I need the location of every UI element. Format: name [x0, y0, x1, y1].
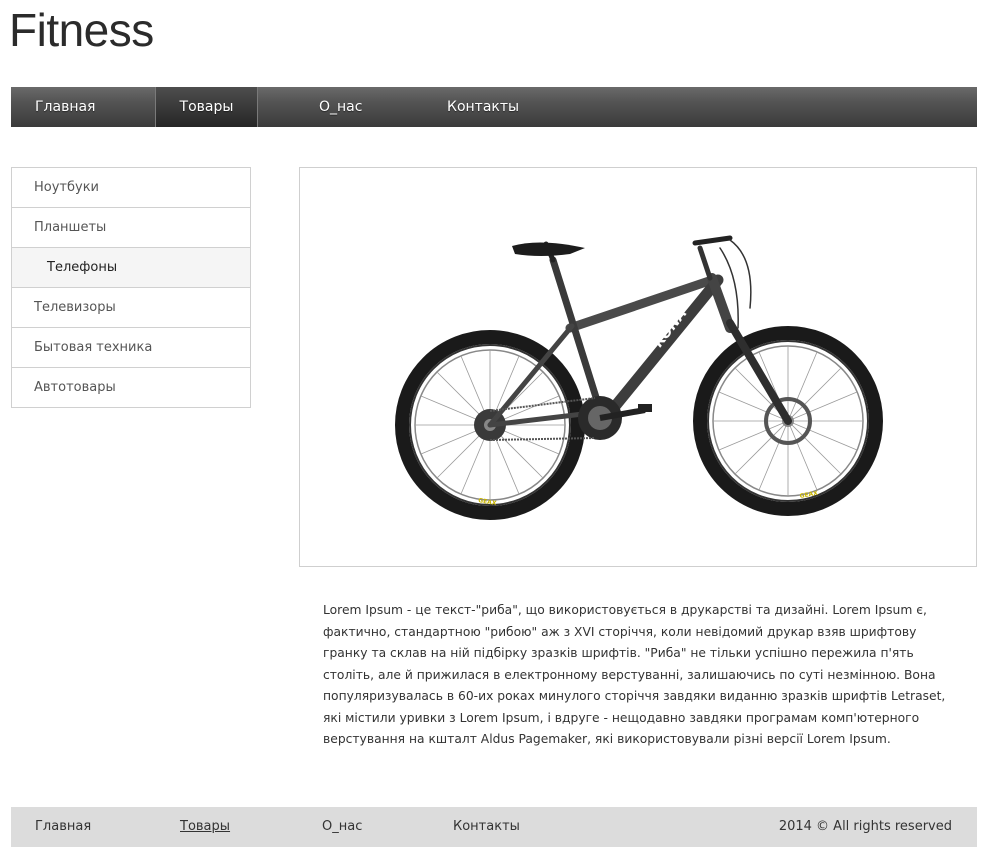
product-image-frame: KONA GEAX GEAX — [299, 167, 977, 567]
nav-item-about[interactable]: О_нас — [319, 87, 362, 127]
product-description: Lorem Ipsum - це текст-"риба", що викори… — [323, 603, 946, 746]
copyright-text: 2014 © All rights reserved — [778, 819, 952, 834]
sidebar-item-phones[interactable]: Телефоны — [12, 248, 250, 288]
nav-item-products[interactable]: Товары — [155, 87, 258, 127]
footer-link-contacts[interactable]: Контакты — [453, 807, 520, 847]
sidebar-item-tvs[interactable]: Телевизоры — [12, 288, 250, 328]
footer-link-about[interactable]: О_нас — [322, 807, 362, 847]
top-navigation: Главная Товары О_нас Контакты — [11, 87, 977, 127]
sidebar-item-tablets[interactable]: Планшеты — [12, 208, 250, 248]
site-logo[interactable]: Fitness — [9, 2, 154, 58]
bicycle-frame — [487, 235, 792, 428]
nav-item-home[interactable]: Главная — [11, 87, 155, 127]
crankset — [578, 396, 652, 440]
footer: Главная Товары О_нас Контакты 2014 © All… — [11, 807, 977, 847]
footer-link-home[interactable]: Главная — [35, 807, 91, 847]
sidebar-item-auto[interactable]: Автотовары — [12, 368, 250, 407]
nav-item-contacts[interactable]: Контакты — [447, 87, 519, 127]
sidebar-item-laptops[interactable]: Ноутбуки — [12, 168, 250, 208]
saddle — [512, 242, 585, 256]
footer-link-products[interactable]: Товары — [180, 807, 230, 847]
bicycle-image: KONA GEAX GEAX — [395, 235, 883, 520]
sidebar-item-appliances[interactable]: Бытовая техника — [12, 328, 250, 368]
category-sidebar: Ноутбуки Планшеты Телефоны Телевизоры Бы… — [11, 167, 251, 408]
